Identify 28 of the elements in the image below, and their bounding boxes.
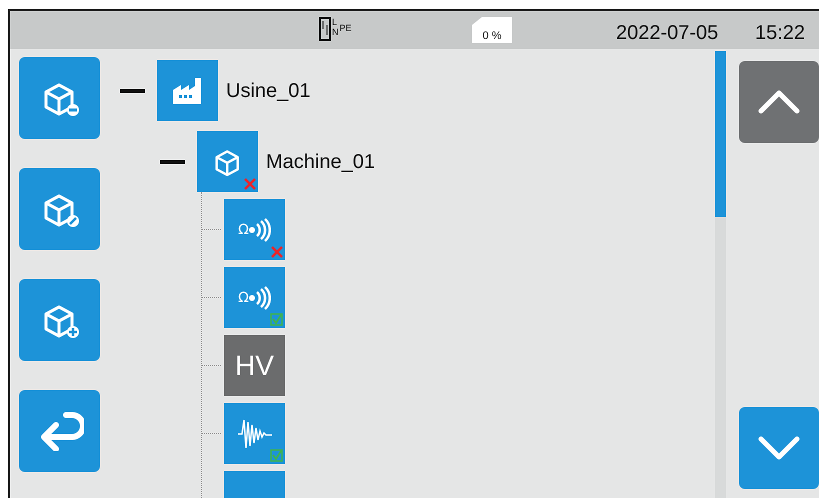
plant-node-button[interactable] [157,60,218,121]
node-label: Usine_01 [226,78,311,104]
discharge-node-button[interactable] [224,403,285,464]
chevron-up-icon [757,89,801,115]
chevron-down-icon [757,435,801,461]
minus-icon [160,160,185,164]
edit-button[interactable] [19,168,100,250]
wiring-box-icon [319,17,331,41]
signal-waves-icon [248,286,271,310]
collapse-button[interactable] [19,57,100,139]
signal-waves-icon [248,218,271,242]
machine-node-button[interactable] [197,131,258,192]
memory-card-indicator: 0 % [472,17,512,43]
date-text: 2022-07-05 [616,21,718,46]
hv-node-button[interactable]: HV [224,335,285,396]
scroll-down-button[interactable] [739,407,819,489]
minus-icon [120,88,145,92]
time-text: 15:22 [755,21,806,46]
add-button[interactable] [19,279,100,361]
insulation-node-button[interactable]: Ω [224,267,285,328]
wiring-l-label: L [332,17,338,27]
back-button[interactable] [19,390,100,472]
ohm-symbol: Ω [238,222,249,236]
ohm-symbol: Ω [238,290,249,304]
wiring-pe-label: PE [340,23,352,33]
wiring-n-label: N [332,27,338,37]
node-label: Machine_01 [266,150,375,174]
insulation-node-button[interactable]: Ω [224,199,285,260]
